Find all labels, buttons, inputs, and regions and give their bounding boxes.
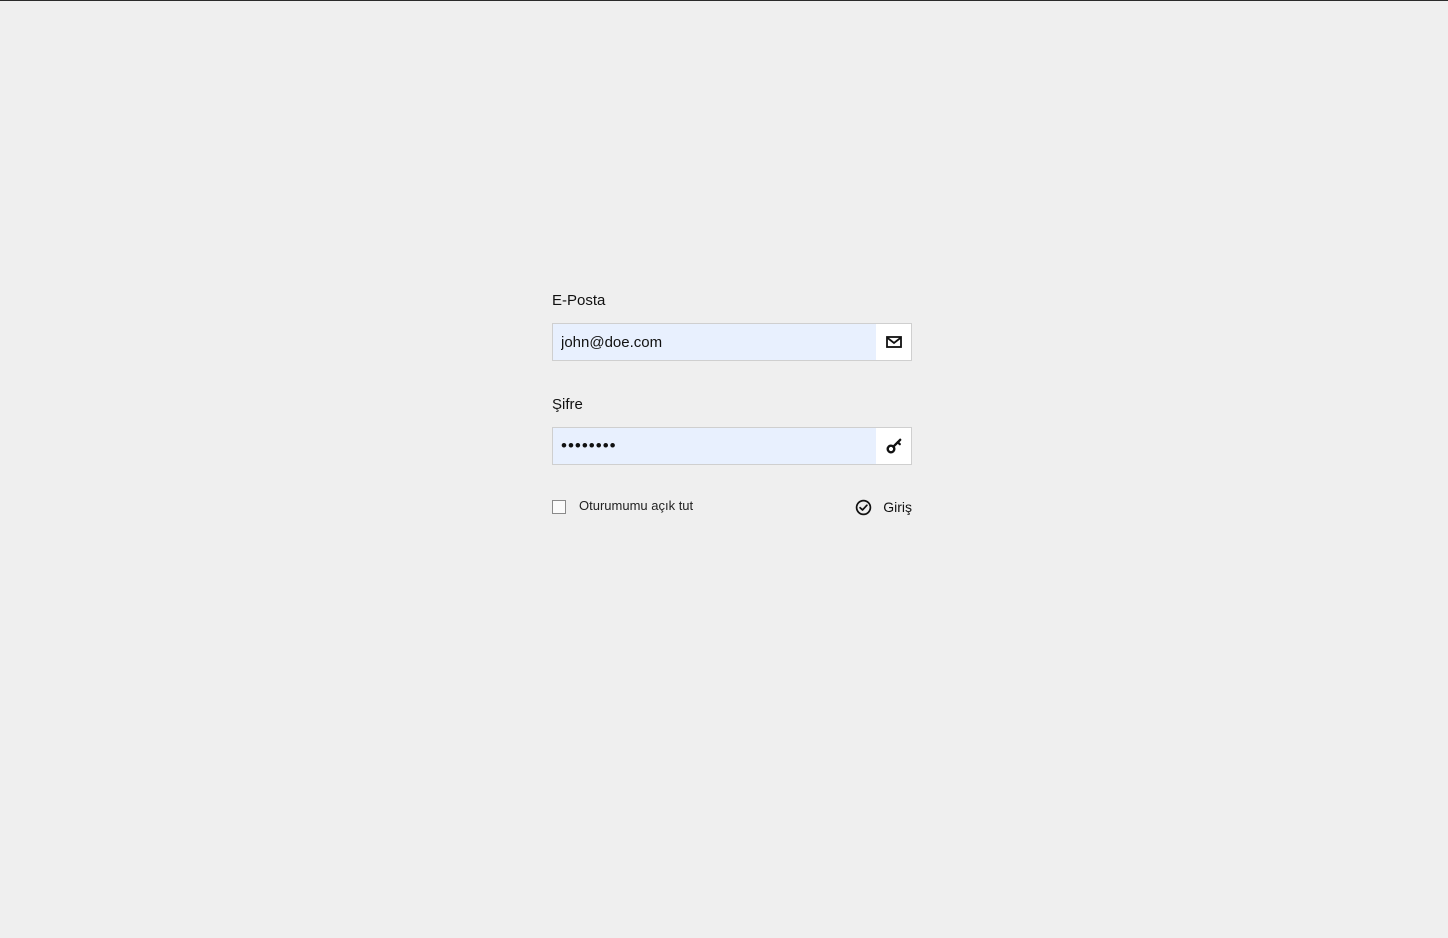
top-divider (0, 0, 1448, 1)
password-addon[interactable] (876, 428, 911, 464)
email-field[interactable] (553, 324, 876, 360)
login-form: E-Posta Şifre (552, 290, 912, 521)
email-label: E-Posta (552, 292, 606, 309)
password-label: Şifre (552, 396, 583, 413)
password-input-row (552, 427, 912, 465)
check-circle-icon (855, 499, 872, 515)
remember-me[interactable]: Oturumumu açık tut (552, 497, 693, 515)
password-group: Şifre (552, 394, 912, 465)
login-button[interactable]: Giriş (855, 497, 912, 517)
envelope-icon (885, 336, 902, 348)
remember-checkbox[interactable] (552, 499, 566, 514)
email-addon[interactable] (876, 324, 911, 360)
email-group: E-Posta (552, 290, 912, 361)
form-actions: Oturumumu açık tut Giriş (552, 497, 912, 521)
password-field[interactable] (553, 428, 876, 464)
email-input-row (552, 323, 912, 361)
key-icon (886, 438, 901, 454)
remember-label: Oturumumu açık tut (579, 498, 694, 513)
login-button-label: Giriş (883, 499, 912, 515)
